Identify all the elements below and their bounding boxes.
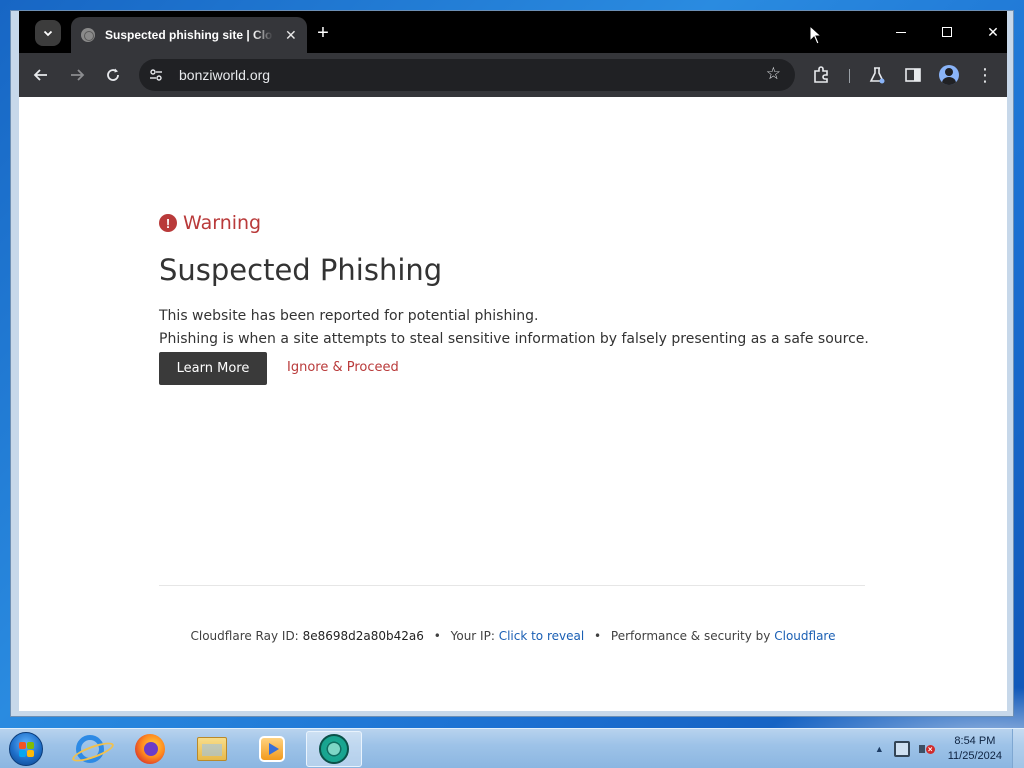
more-menu-icon[interactable]: ⋮ bbox=[973, 63, 997, 87]
chrome-icon bbox=[319, 734, 349, 764]
browser-toolbar: bonziworld.org ☆ ⋮ bbox=[19, 53, 1007, 97]
show-desktop-button[interactable] bbox=[1012, 729, 1024, 768]
forward-button[interactable] bbox=[65, 63, 89, 87]
profile-avatar[interactable] bbox=[937, 63, 961, 87]
bookmark-star-icon[interactable]: ☆ bbox=[766, 64, 781, 84]
minimize-icon bbox=[896, 31, 906, 33]
taskbar-media-player[interactable] bbox=[244, 731, 300, 767]
message-line-1: This website has been reported for poten… bbox=[159, 308, 539, 324]
learn-more-button[interactable]: Learn More bbox=[159, 352, 267, 385]
warning-icon: ! bbox=[159, 214, 177, 232]
ray-id-label: Cloudflare Ray ID: bbox=[190, 629, 299, 643]
minimize-button[interactable] bbox=[881, 19, 921, 45]
ray-id-value: 8e8698d2a80b42a6 bbox=[302, 629, 424, 643]
reload-button[interactable] bbox=[101, 63, 125, 87]
address-bar[interactable]: bonziworld.org ☆ bbox=[139, 59, 795, 91]
taskbar-internet-explorer[interactable] bbox=[62, 731, 118, 767]
reload-icon bbox=[107, 68, 119, 81]
new-tab-button[interactable]: + bbox=[311, 21, 335, 45]
taskbar-explorer[interactable] bbox=[184, 731, 240, 767]
page-title: Suspected Phishing bbox=[159, 253, 443, 287]
clock-time: 8:54 PM bbox=[954, 735, 996, 747]
labs-flask-icon[interactable] bbox=[865, 63, 889, 87]
show-hidden-icons-icon[interactable]: ▲ bbox=[875, 744, 884, 754]
warning-label: Warning bbox=[183, 212, 262, 234]
arrow-left-icon bbox=[33, 69, 47, 81]
footer-divider bbox=[159, 585, 865, 586]
title-bar: Suspected phishing site | Cloudflare ✕ +… bbox=[19, 11, 1007, 53]
tab-search-button[interactable] bbox=[35, 20, 61, 46]
side-panel-icon[interactable] bbox=[901, 63, 925, 87]
extensions-icon[interactable] bbox=[809, 63, 833, 87]
ip-label: Your IP: bbox=[450, 629, 495, 643]
tab-active[interactable]: Suspected phishing site | Cloudflare ✕ bbox=[71, 17, 307, 53]
maximize-icon bbox=[942, 27, 952, 37]
message-line-2: Phishing is when a site attempts to stea… bbox=[159, 331, 869, 347]
network-icon[interactable] bbox=[893, 741, 910, 757]
reveal-ip-link[interactable]: Click to reveal bbox=[499, 629, 585, 643]
windows-logo-icon bbox=[9, 732, 43, 766]
ignore-proceed-link[interactable]: Ignore & Proceed bbox=[287, 360, 399, 375]
site-info-icon[interactable] bbox=[143, 62, 169, 88]
performance-label: Performance & security by bbox=[610, 629, 771, 643]
tab-title: Suspected phishing site | Cloudflare bbox=[105, 28, 273, 42]
clock[interactable]: 8:54 PM 11/25/2024 bbox=[948, 734, 1002, 764]
start-button[interactable] bbox=[6, 731, 46, 767]
system-tray: ▲ × 8:54 PM 11/25/2024 bbox=[875, 729, 1024, 768]
url-text[interactable]: bonziworld.org bbox=[179, 67, 270, 83]
maximize-button[interactable] bbox=[927, 19, 967, 45]
footer: Cloudflare Ray ID: 8e8698d2a80b42a6 • Yo… bbox=[19, 629, 1007, 643]
clock-date: 11/25/2024 bbox=[947, 750, 1002, 762]
arrow-right-icon bbox=[71, 69, 85, 81]
tab-close-icon[interactable]: ✕ bbox=[285, 27, 297, 44]
toolbar-separator bbox=[849, 69, 850, 83]
back-button[interactable] bbox=[29, 63, 53, 87]
globe-icon bbox=[81, 28, 95, 42]
cloudflare-link[interactable]: Cloudflare bbox=[774, 629, 835, 643]
avatar-icon bbox=[939, 65, 959, 85]
internet-explorer-icon bbox=[76, 735, 104, 763]
warning-row: ! Warning bbox=[159, 212, 261, 234]
firefox-icon bbox=[135, 734, 165, 764]
media-player-icon bbox=[259, 736, 285, 762]
chevron-down-icon bbox=[43, 30, 53, 37]
page-content: ! Warning Suspected Phishing This websit… bbox=[19, 97, 1007, 711]
taskbar-firefox[interactable] bbox=[122, 731, 178, 767]
footer-separator: • bbox=[594, 629, 602, 643]
browser-window: Suspected phishing site | Cloudflare ✕ +… bbox=[10, 10, 1014, 717]
taskbar-chrome[interactable] bbox=[306, 731, 362, 767]
close-button[interactable]: ✕ bbox=[973, 19, 1013, 45]
taskbar: ▲ × 8:54 PM 11/25/2024 bbox=[0, 728, 1024, 768]
volume-muted-icon[interactable]: × bbox=[918, 741, 935, 757]
footer-separator: • bbox=[433, 629, 441, 643]
folder-icon bbox=[197, 737, 227, 761]
